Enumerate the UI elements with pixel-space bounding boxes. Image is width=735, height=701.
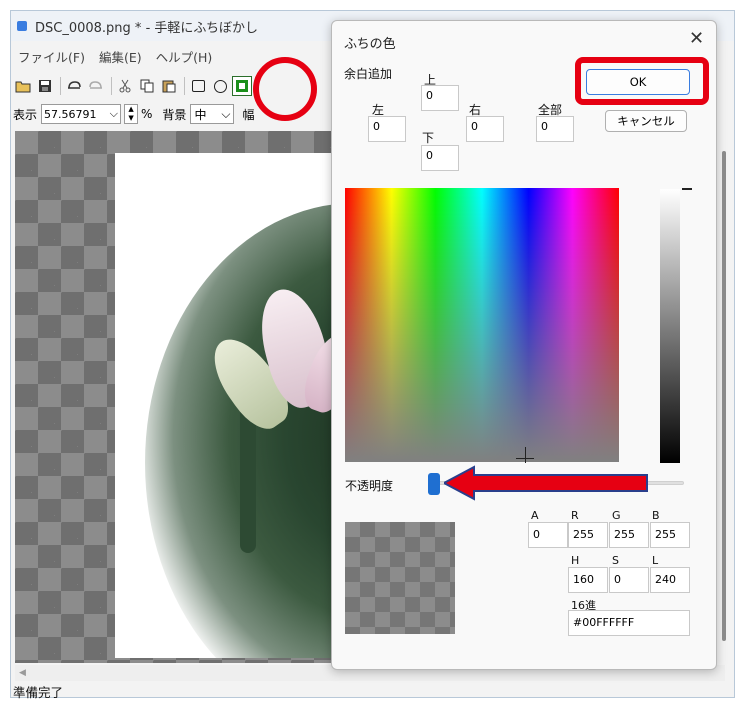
window-title: DSC_0008.png * - 手軽にふちぼかし (35, 20, 258, 36)
border-color-dialog: ふちの色 ✕ 余白追加 上 0 左 0 右 0 全部 0 下 0 OK キャンセ… (331, 20, 726, 670)
g-label: G (612, 509, 621, 522)
annotation-box (575, 57, 709, 105)
toolbar-separator (60, 77, 61, 95)
zoom-spinner[interactable]: ▲ ▼ (124, 104, 139, 124)
app-icon (17, 21, 27, 31)
spin-up-icon: ▲ (128, 105, 134, 113)
image-preview (115, 153, 345, 658)
background-label: 背景 (162, 107, 187, 122)
menu-edit[interactable]: 編集(E) (94, 47, 147, 66)
rect-shape-icon[interactable] (188, 76, 208, 96)
opacity-label: 不透明度 (345, 479, 394, 493)
dialog-title: ふちの色 (344, 37, 396, 52)
undo-icon[interactable] (64, 76, 84, 96)
redo-icon[interactable] (86, 76, 106, 96)
spectrum-cursor (525, 447, 526, 463)
l-label: L (652, 554, 659, 567)
red-input[interactable]: 255 (568, 522, 608, 548)
vertical-scrollbar[interactable] (722, 151, 726, 641)
percent-label: % (141, 107, 153, 121)
border-color-icon[interactable] (232, 76, 252, 96)
open-folder-icon[interactable] (13, 76, 33, 96)
hue-input[interactable]: 160 (568, 567, 608, 593)
a-label: A (531, 509, 539, 522)
annotation-circle (253, 57, 317, 121)
blue-input[interactable]: 255 (650, 522, 690, 548)
display-label: 表示 (13, 107, 38, 122)
r-label: R (571, 509, 579, 522)
close-icon[interactable]: ✕ (689, 28, 704, 49)
h-label: H (571, 554, 580, 567)
cancel-button[interactable]: キャンセル (605, 110, 687, 132)
luminance-marker[interactable] (682, 188, 692, 190)
status-bar: 準備完了 (11, 683, 734, 700)
scroll-left-icon[interactable]: ◀ (19, 668, 26, 678)
margin-label: 余白追加 (344, 67, 393, 81)
chevron-down-icon: ⌵ (109, 107, 119, 120)
spin-down-icon: ▼ (128, 114, 134, 122)
color-preview (345, 522, 455, 634)
opacity-slider-thumb[interactable] (428, 473, 440, 495)
annotation-arrow (444, 465, 648, 501)
saturation-input[interactable]: 0 (609, 567, 649, 593)
cut-icon[interactable] (115, 76, 135, 96)
bottom-label: 下 (422, 131, 435, 145)
spectrum-cursor (516, 458, 534, 459)
luminance-bar[interactable] (660, 189, 680, 463)
hex-input[interactable]: #00FFFFFF (568, 610, 690, 636)
b-label: B (652, 509, 660, 522)
top-margin-input[interactable]: 0 (421, 85, 459, 111)
menu-file[interactable]: ファイル(F) (13, 47, 90, 66)
bottom-margin-input[interactable]: 0 (421, 145, 459, 171)
right-margin-input[interactable]: 0 (466, 116, 504, 142)
all-margin-input[interactable]: 0 (536, 116, 574, 142)
chevron-down-icon: ⌵ (221, 106, 231, 121)
copy-icon[interactable] (137, 76, 157, 96)
toolbar-separator (111, 77, 112, 95)
menu-help[interactable]: ヘルプ(H) (151, 47, 218, 66)
alpha-input[interactable]: 0 (528, 522, 568, 548)
background-select[interactable]: 中 ⌵ (190, 104, 235, 124)
ellipse-shape-icon[interactable] (210, 76, 230, 96)
lightness-input[interactable]: 240 (650, 567, 690, 593)
paste-icon[interactable] (159, 76, 179, 96)
s-label: S (612, 554, 619, 567)
zoom-value: 57.56791 (44, 107, 97, 121)
save-icon[interactable] (35, 76, 55, 96)
width-label: 幅 (242, 107, 255, 122)
toolbar-separator (184, 77, 185, 95)
green-input[interactable]: 255 (609, 522, 649, 548)
color-spectrum[interactable] (345, 188, 619, 462)
background-value: 中 (194, 107, 207, 122)
zoom-input[interactable]: 57.56791 ⌵ (41, 104, 122, 124)
image-canvas[interactable] (15, 131, 345, 663)
left-margin-input[interactable]: 0 (368, 116, 406, 142)
